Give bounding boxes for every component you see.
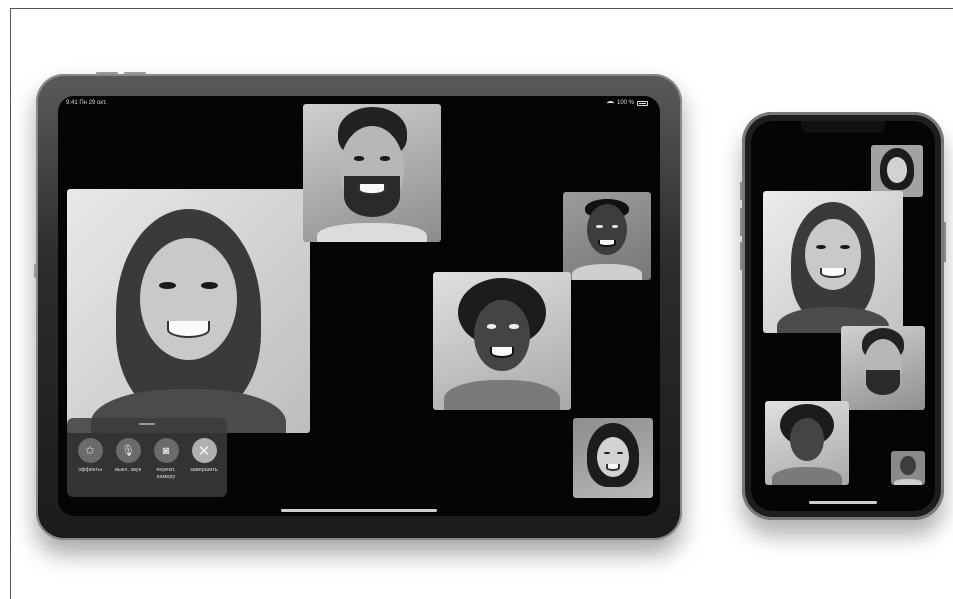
battery-icon (637, 100, 648, 106)
notch (801, 121, 885, 133)
self-view-tile[interactable] (891, 451, 925, 485)
panel-grabber[interactable] (139, 423, 155, 425)
ipad-side-button (34, 264, 36, 278)
wifi-icon (606, 100, 614, 106)
mute-button[interactable]: 🎙 выкл. звук (109, 438, 147, 474)
star-icon: ✩ (77, 438, 103, 463)
iphone-side-button (740, 182, 742, 200)
participant-tile[interactable] (871, 145, 923, 197)
call-controls-panel: ✩ эффекты 🎙 выкл. звук ◙ перекл. камеру … (67, 418, 227, 497)
end-call-button[interactable]: ✕ завершить (185, 438, 223, 474)
participant-tile-large[interactable] (763, 191, 903, 333)
flip-camera-button[interactable]: ◙ перекл. камеру (147, 438, 185, 481)
effects-label: эффекты (78, 467, 102, 473)
iphone-side-button (740, 208, 742, 236)
participant-tile[interactable] (765, 401, 849, 485)
participant-tile-large[interactable] (67, 189, 310, 433)
facetime-call-screen: 9:41 Пн 29 окт. 100 % ✩ эффекты 🎙 выкл. … (58, 96, 660, 516)
home-indicator[interactable] (281, 509, 437, 512)
effects-button[interactable]: ✩ эффекты (71, 438, 109, 474)
participant-tile[interactable] (563, 192, 651, 280)
status-time-date: 9:41 Пн 29 окт. (66, 100, 107, 106)
iphone-power-button (944, 222, 946, 262)
flip-camera-label: перекл. камеру (156, 467, 176, 480)
ipad-device: 9:41 Пн 29 окт. 100 % ✩ эффекты 🎙 выкл. … (34, 72, 682, 540)
iphone-device (740, 112, 946, 520)
participant-tile[interactable] (573, 418, 653, 498)
page-border-left (10, 8, 11, 599)
ipad-top-button (96, 72, 118, 74)
participant-tile[interactable] (841, 326, 925, 410)
camera-icon: ◙ (153, 438, 179, 463)
mute-label: выкл. звук (114, 467, 142, 473)
facetime-call-screen-phone (751, 121, 935, 511)
participant-tile[interactable] (433, 272, 571, 410)
end-call-label: завершить (190, 467, 218, 473)
battery-percent: 100 % (616, 100, 634, 106)
iphone-side-button (740, 242, 742, 270)
participant-tile[interactable] (303, 104, 441, 242)
close-icon: ✕ (191, 438, 217, 463)
home-indicator-phone[interactable] (809, 501, 877, 504)
microphone-icon: 🎙 (115, 438, 141, 463)
ipad-top-button (124, 72, 146, 74)
status-bar-right: 100 % (606, 100, 648, 106)
page-border-top (10, 8, 953, 9)
